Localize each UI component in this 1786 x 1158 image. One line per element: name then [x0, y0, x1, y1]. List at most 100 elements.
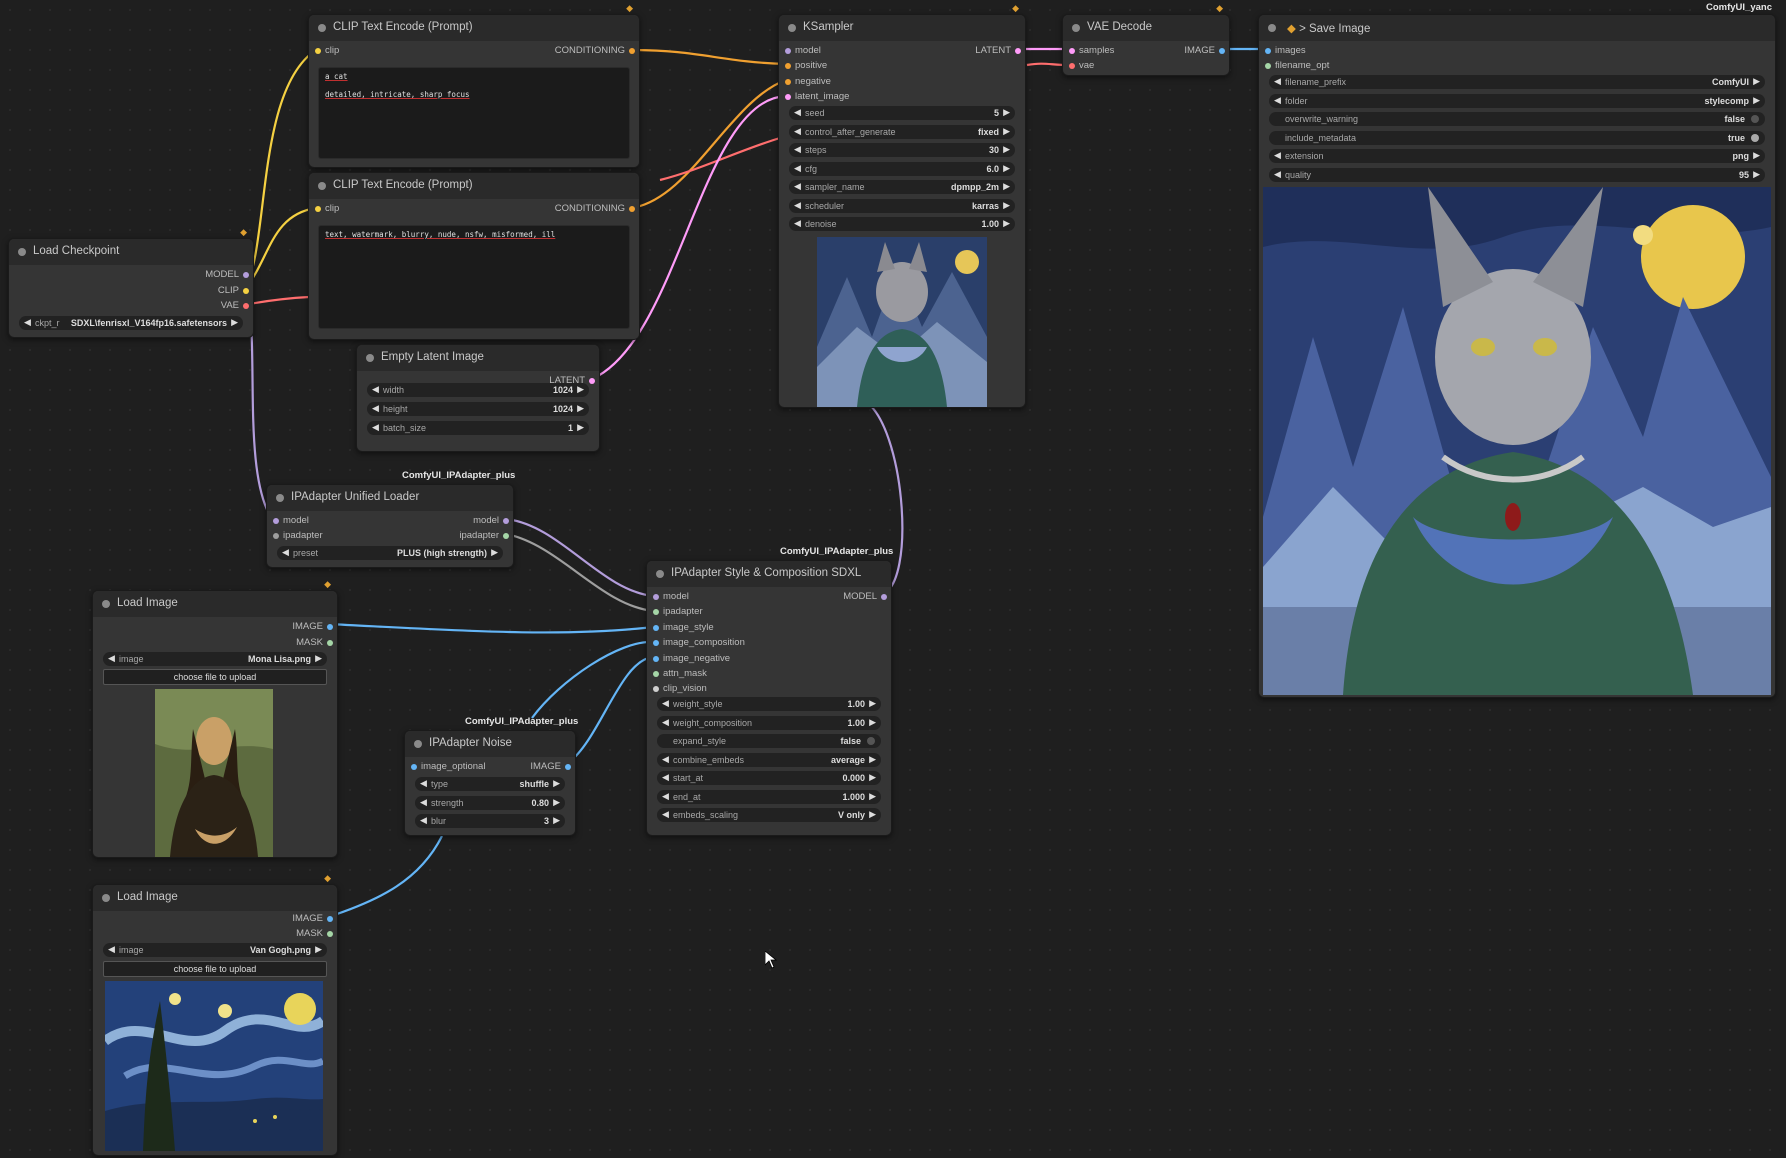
node-header[interactable]: IPAdapter Unified Loader — [267, 485, 513, 511]
arrow-left-icon[interactable]: ◀ — [1274, 150, 1281, 161]
arrow-right-icon[interactable]: ▶ — [869, 698, 876, 709]
collapse-dot[interactable] — [1268, 24, 1276, 32]
output-image[interactable]: IMAGE — [530, 761, 571, 772]
arrow-right-icon[interactable]: ▶ — [553, 815, 560, 826]
arrow-left-icon[interactable]: ◀ — [794, 144, 801, 155]
arrow-left-icon[interactable]: ◀ — [372, 422, 379, 433]
arrow-right-icon[interactable]: ▶ — [553, 797, 560, 808]
input-image-optional[interactable]: image_optional — [411, 761, 485, 772]
arrow-left-icon[interactable]: ◀ — [1274, 76, 1281, 87]
filename-prefix-widget[interactable]: ◀ filename_prefix ComfyUI ▶ — [1269, 75, 1765, 89]
arrow-right-icon[interactable]: ▶ — [1753, 150, 1760, 161]
output-vae[interactable]: VAE — [221, 300, 249, 311]
node-header[interactable]: IPAdapter Style & Composition SDXL — [647, 561, 891, 587]
arrow-right-icon[interactable]: ▶ — [869, 809, 876, 820]
collapse-dot[interactable] — [318, 24, 326, 32]
arrow-left-icon[interactable]: ◀ — [662, 791, 669, 802]
ipadapter-unified-loader-node[interactable]: IPAdapter Unified Loader model ipadapter… — [266, 484, 514, 568]
ipadapter-noise-node[interactable]: IPAdapter Noise image_optional IMAGE ◀ ty… — [404, 730, 576, 836]
arrow-left-icon[interactable]: ◀ — [794, 163, 801, 174]
input-clip[interactable]: clip — [315, 45, 339, 56]
output-model[interactable]: model — [473, 515, 509, 526]
arrow-left-icon[interactable]: ◀ — [1274, 169, 1281, 180]
input-latent-image[interactable]: latent_image — [785, 91, 849, 102]
arrow-left-icon[interactable]: ◀ — [662, 809, 669, 820]
prompt-textarea[interactable]: a cat detailed, intricate, sharp focus — [318, 67, 630, 159]
arrow-right-icon[interactable]: ▶ — [1003, 218, 1010, 229]
arrow-left-icon[interactable]: ◀ — [794, 200, 801, 211]
input-image-style[interactable]: image_style — [653, 622, 714, 633]
node-header[interactable]: CLIP Text Encode (Prompt) — [309, 173, 639, 199]
arrow-right-icon[interactable]: ▶ — [577, 403, 584, 414]
arrow-left-icon[interactable]: ◀ — [662, 754, 669, 765]
output-image[interactable]: IMAGE — [292, 913, 333, 924]
collapse-dot[interactable] — [788, 24, 796, 32]
input-image-composition[interactable]: image_composition — [653, 637, 745, 648]
arrow-right-icon[interactable]: ▶ — [1003, 107, 1010, 118]
node-header[interactable]: Load Image — [93, 885, 337, 911]
arrow-right-icon[interactable]: ▶ — [869, 772, 876, 783]
output-mask[interactable]: MASK — [296, 637, 333, 648]
combine-embeds-widget[interactable]: ◀ combine_embeds average ▶ — [657, 752, 881, 767]
arrow-left-icon[interactable]: ◀ — [662, 717, 669, 728]
strength-widget[interactable]: ◀ strength 0.80 ▶ — [415, 795, 565, 810]
ckpt-name-combo[interactable]: ◀ ckpt_r SDXL\fenrisxl_V164fp16.safetensor… — [19, 316, 243, 330]
arrow-right-icon[interactable]: ▶ — [1003, 163, 1010, 174]
arrow-left-icon[interactable]: ◀ — [420, 778, 427, 789]
height-widget[interactable]: ◀ height 1024 ▶ — [367, 402, 589, 416]
arrow-left-icon[interactable]: ◀ — [420, 797, 427, 808]
arrow-right-icon[interactable]: ▶ — [553, 778, 560, 789]
steps-widget[interactable]: ◀ steps 30 ▶ — [789, 143, 1015, 157]
embeds-scaling-widget[interactable]: ◀ embeds_scaling V only ▶ — [657, 808, 881, 822]
output-model[interactable]: MODEL — [205, 269, 249, 280]
output-mask[interactable]: MASK — [296, 928, 333, 939]
scheduler-widget[interactable]: ◀ scheduler karras ▶ — [789, 198, 1015, 213]
collapse-dot[interactable] — [18, 248, 26, 256]
weight-style-widget[interactable]: ◀ weight_style 1.00 ▶ — [657, 697, 881, 711]
arrow-right-icon[interactable]: ▶ — [1753, 76, 1760, 87]
input-samples[interactable]: samples — [1069, 45, 1114, 56]
input-model[interactable]: model — [653, 591, 689, 602]
preset-combo[interactable]: ◀ preset PLUS (high strength) ▶ — [277, 546, 503, 560]
node-header[interactable]: VAE Decode — [1063, 15, 1229, 41]
arrow-right-icon[interactable]: ▶ — [1753, 169, 1760, 180]
arrow-right-icon[interactable]: ▶ — [577, 384, 584, 395]
upload-button[interactable]: choose file to upload — [103, 961, 327, 977]
expand-style-widget[interactable]: expand_style false — [657, 734, 881, 748]
blur-widget[interactable]: ◀ blur 3 ▶ — [415, 814, 565, 828]
load-checkpoint-node[interactable]: Load Checkpoint ◆ MODEL CLIP VAE ◀ ckpt_r… — [8, 227, 254, 338]
arrow-left-icon[interactable]: ◀ — [662, 772, 669, 783]
arrow-right-icon[interactable]: ▶ — [1003, 144, 1010, 155]
ksampler-node[interactable]: KSampler ◆ model positive negative laten… — [778, 3, 1026, 408]
output-model[interactable]: MODEL — [843, 591, 887, 602]
image-combo[interactable]: ◀ image Mona Lisa.png ▶ — [103, 652, 327, 666]
toggle-knob-icon[interactable] — [1751, 115, 1759, 123]
type-widget[interactable]: ◀ type shuffle ▶ — [415, 777, 565, 791]
folder-widget[interactable]: ◀ folder stylecomp ▶ — [1269, 93, 1765, 108]
output-latent[interactable]: LATENT — [975, 45, 1021, 56]
input-model[interactable]: model — [273, 515, 309, 526]
node-header[interactable]: CLIP Text Encode (Prompt) — [309, 15, 639, 41]
arrow-left-icon[interactable]: ◀ — [794, 218, 801, 229]
node-header[interactable]: KSampler — [779, 15, 1025, 41]
sampler-name-widget[interactable]: ◀ sampler_name dpmpp_2m ▶ — [789, 180, 1015, 194]
quality-widget[interactable]: ◀ quality 95 ▶ — [1269, 167, 1765, 182]
weight-composition-widget[interactable]: ◀ weight_composition 1.00 ▶ — [657, 715, 881, 730]
collapse-dot[interactable] — [102, 600, 110, 608]
collapse-dot[interactable] — [1072, 24, 1080, 32]
prompt-textarea[interactable]: text, watermark, blurry, nude, nsfw, mis… — [318, 225, 630, 329]
output-conditioning[interactable]: CONDITIONING — [555, 203, 635, 214]
denoise-widget[interactable]: ◀ denoise 1.00 ▶ — [789, 217, 1015, 231]
collapse-dot[interactable] — [656, 570, 664, 578]
arrow-left-icon[interactable]: ◀ — [794, 126, 801, 137]
arrow-left-icon[interactable]: ◀ — [372, 384, 379, 395]
start-at-widget[interactable]: ◀ start_at 0.000 ▶ — [657, 771, 881, 785]
arrow-right-icon[interactable]: ▶ — [1003, 181, 1010, 192]
image-combo[interactable]: ◀ image Van Gogh.png ▶ — [103, 943, 327, 957]
arrow-left-icon[interactable]: ◀ — [662, 698, 669, 709]
arrow-left-icon[interactable]: ◀ — [794, 107, 801, 118]
arrow-left-icon[interactable]: ◀ — [420, 815, 427, 826]
arrow-right-icon[interactable]: ▶ — [869, 754, 876, 765]
output-image[interactable]: IMAGE — [292, 621, 333, 632]
collapse-dot[interactable] — [276, 494, 284, 502]
